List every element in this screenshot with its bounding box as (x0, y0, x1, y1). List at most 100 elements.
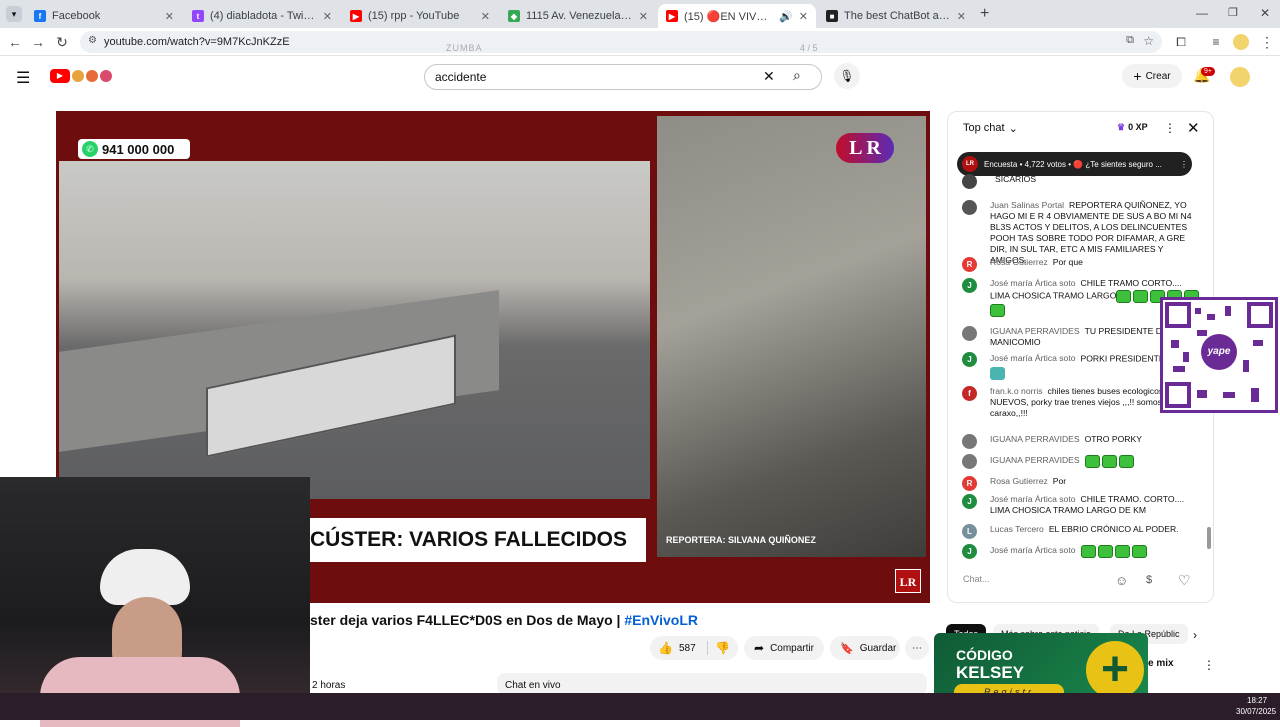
browser-menu-icon[interactable]: ⋮ (1258, 33, 1276, 51)
doodle-icon (86, 70, 98, 82)
tab-twitch[interactable]: t (4) diabladota - Twitch ✕ (184, 4, 340, 28)
chat-author[interactable]: José maría Ártica soto (990, 278, 1076, 288)
media-icon[interactable]: ≡ (1207, 33, 1225, 51)
close-icon[interactable]: ✕ (957, 10, 966, 23)
related-mix-title[interactable]: e mix (1148, 658, 1174, 669)
os-taskbar: 18:27 30/07/2025 (0, 693, 1280, 720)
chat-text: PORKI PRESIDENTE (1080, 353, 1165, 364)
super-chat-icon[interactable]: $ (1146, 574, 1152, 586)
back-icon[interactable]: ← (6, 33, 24, 51)
chat-avatar[interactable]: R (962, 476, 977, 491)
tab-facebook[interactable]: f Facebook ✕ (26, 4, 182, 28)
youtube-icon: ▶ (666, 10, 678, 22)
extensions-icon[interactable]: ⧠ (1172, 33, 1190, 51)
chat-author[interactable]: fran.k.o norris (990, 386, 1043, 396)
restore-button[interactable]: ❐ (1228, 6, 1238, 19)
tab-google-maps[interactable]: ◆1115 Av. Venezuela - Google M✕ (500, 4, 656, 28)
clear-search-icon[interactable]: ✕ (763, 68, 775, 85)
share-button[interactable]: ➦ Compartir (744, 636, 824, 660)
thumbs-up-icon: 👍 (658, 641, 673, 655)
chat-mode-selector[interactable]: Top chat ⌄ (963, 122, 1018, 135)
tab-search-button[interactable]: ▾ (6, 6, 22, 22)
create-button[interactable]: + Crear (1122, 64, 1182, 88)
hashtag-link[interactable]: #EnVivoLR (624, 612, 698, 628)
chat-avatar[interactable]: J (962, 278, 977, 293)
chat-avatar[interactable]: J (962, 494, 977, 509)
forward-icon[interactable]: → (29, 33, 47, 51)
dislike-button[interactable]: 👎 (708, 641, 730, 655)
chat-avatar[interactable]: L (962, 524, 977, 539)
chat-author[interactable]: Rosa Gutierrez (990, 476, 1048, 486)
chat-avatar[interactable]: J (962, 544, 977, 559)
site-info-icon[interactable]: ⚙ (88, 35, 97, 46)
speaker-icon[interactable]: 🔊 (779, 10, 793, 23)
chat-replay-tab[interactable]: Chat en vivo (497, 673, 927, 695)
yape-logo: yape (1201, 334, 1237, 370)
xp-badge[interactable]: ♛ 0 XP (1117, 122, 1148, 133)
chat-scrollbar[interactable] (1207, 527, 1211, 549)
chat-author[interactable]: José maría Ártica soto (990, 494, 1076, 504)
reload-icon[interactable]: ↻ (53, 33, 71, 51)
account-avatar[interactable] (1230, 67, 1250, 87)
window-close-button[interactable]: ✕ (1260, 6, 1270, 20)
chat-author[interactable]: José maría Ártica soto (990, 545, 1076, 555)
close-icon[interactable]: ✕ (799, 10, 808, 23)
close-icon[interactable]: ✕ (165, 10, 174, 23)
cast-icon[interactable]: ⧉ (1126, 34, 1134, 47)
hamburger-menu-icon[interactable]: ☰ (16, 68, 30, 88)
close-icon[interactable]: ✕ (323, 10, 332, 23)
chat-options-icon[interactable]: ⋮ (1164, 121, 1176, 135)
chat-author[interactable]: IGUANA PERRAVIDES (990, 434, 1080, 444)
doodle-icon (72, 70, 84, 82)
new-tab-button[interactable]: + (980, 5, 989, 23)
chat-author[interactable]: Juan Salinas Portal (990, 200, 1064, 210)
chat-message-body: José maría Ártica soto (990, 544, 1202, 558)
chat-avatar[interactable] (962, 434, 977, 449)
overlay-left-text: ZUMBA (446, 43, 483, 53)
poll-menu-icon[interactable]: ⋮ (1180, 160, 1188, 169)
address-bar[interactable]: ⚙ youtube.com/watch?v=9M7KcJnKZzE ⧉ ☆ (80, 31, 1162, 53)
chat-avatar[interactable] (962, 326, 977, 341)
like-button[interactable]: 👍 587 (650, 641, 708, 655)
chat-author[interactable]: José maría Ártica soto (990, 353, 1076, 363)
chat-emoji-icon (1114, 545, 1130, 558)
tab-youtube-live[interactable]: ▶(15) 🔴EN VIVO: choque d🔊✕ (658, 4, 816, 28)
search-input[interactable]: accidente ✕ ⌕ (424, 64, 822, 90)
poll-banner[interactable]: LR Encuesta • 4,722 votos • 🔴 ¿Te siente… (957, 152, 1192, 176)
chat-avatar[interactable] (962, 200, 977, 215)
minimize-button[interactable]: — (1196, 6, 1208, 20)
save-button[interactable]: 🔖 Guardar (830, 636, 900, 660)
chat-input[interactable]: Chat... (963, 574, 1113, 584)
tab-youtube-rpp[interactable]: ▶ (15) rpp - YouTube ✕ (342, 4, 498, 28)
tab-chatbot[interactable]: ■The best ChatBot and Widgets✕ (818, 4, 974, 28)
close-icon[interactable]: ✕ (481, 10, 490, 23)
heart-icon[interactable]: ♡ (1178, 572, 1191, 589)
github-icon: ■ (826, 10, 838, 22)
close-chat-icon[interactable]: ✕ (1187, 119, 1200, 137)
more-actions-button[interactable]: ⋯ (905, 636, 929, 660)
search-icon[interactable]: ⌕ (793, 67, 801, 84)
profile-avatar[interactable] (1233, 34, 1249, 50)
chat-message: IGUANA PERRAVIDES OTRO PORKY (962, 434, 1202, 449)
emoji-icon[interactable]: ☺ (1115, 573, 1128, 588)
chat-author[interactable]: IGUANA PERRAVIDES (990, 326, 1080, 336)
youtube-logo[interactable]: ▶ (50, 68, 116, 84)
lr-logo: L R (836, 133, 894, 163)
chat-emoji-icon (990, 367, 1005, 380)
chat-author[interactable]: Lucas Tercero (990, 524, 1044, 534)
chat-avatar[interactable]: J (962, 352, 977, 367)
chat-avatar[interactable]: R (962, 257, 977, 272)
voice-search-icon[interactable]: 🎙 (834, 63, 860, 89)
chat-avatar[interactable]: f (962, 386, 977, 401)
chat-avatar[interactable] (962, 454, 977, 469)
chat-author[interactable]: Rosa Gutierrez (990, 257, 1048, 267)
chat-emoji-icon (1084, 455, 1100, 468)
close-icon[interactable]: ✕ (639, 10, 648, 23)
chips-next-icon[interactable]: › (1193, 628, 1197, 642)
related-menu-icon[interactable]: ⋮ (1203, 658, 1215, 672)
chat-emoji-icon (1133, 290, 1149, 303)
notification-badge: 9+ (1201, 67, 1215, 76)
chat-author[interactable]: IGUANA PERRAVIDES (990, 455, 1080, 465)
chat-avatar[interactable] (962, 174, 977, 189)
bookmark-star-icon[interactable]: ☆ (1143, 34, 1154, 48)
